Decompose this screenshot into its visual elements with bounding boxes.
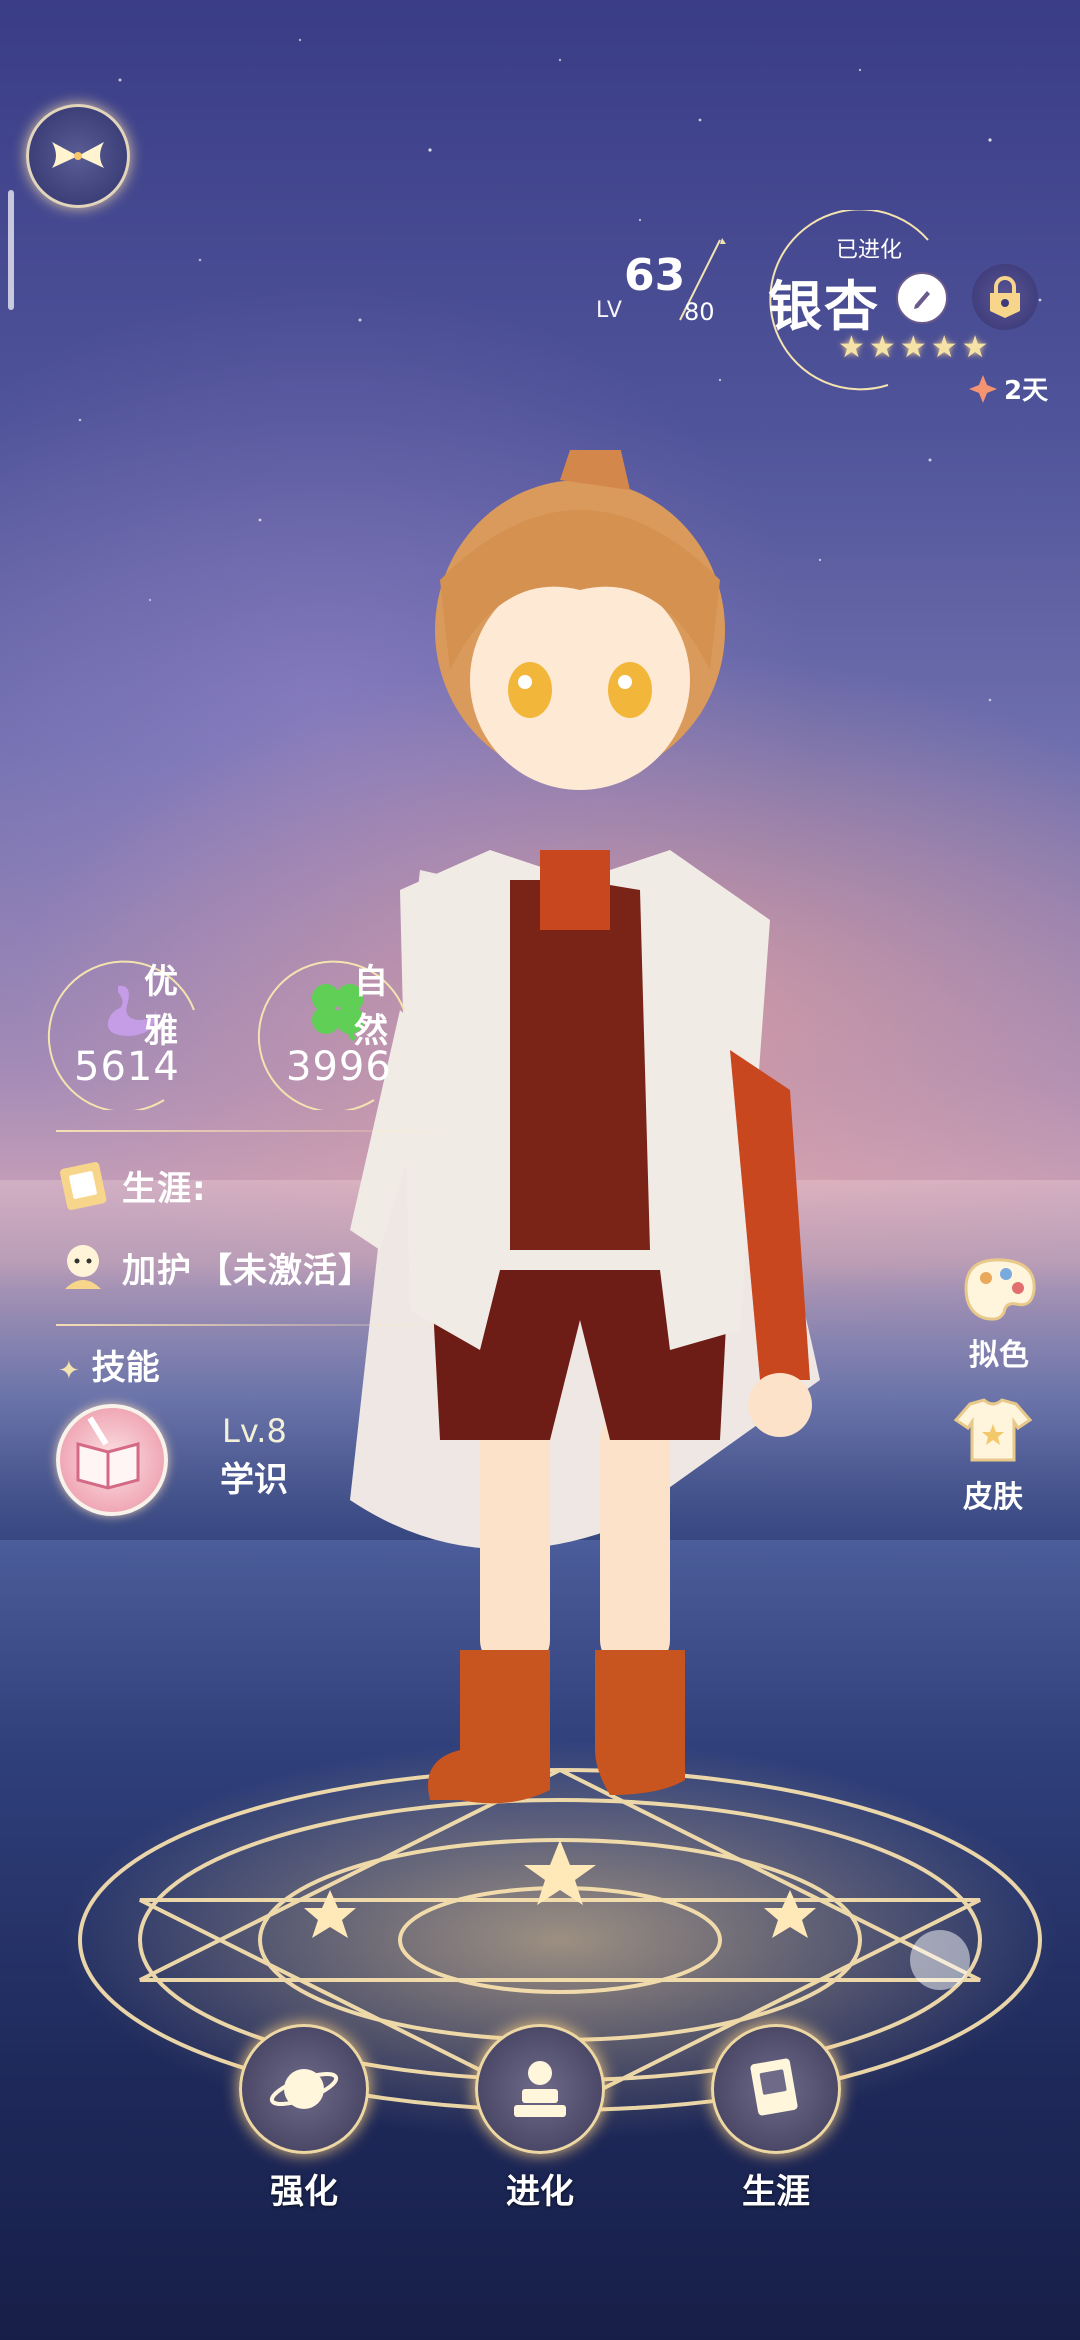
skin-button[interactable]: 皮肤 xyxy=(938,1394,1048,1516)
shirt-icon xyxy=(953,1398,1033,1462)
dye-label: 拟色 xyxy=(969,1338,1029,1373)
info-divider xyxy=(56,1324,436,1326)
diamond-icon xyxy=(969,374,997,403)
scroll-indicator[interactable] xyxy=(8,190,14,310)
palette-icon xyxy=(964,1258,1036,1321)
skill-level: Lv.8 xyxy=(222,1412,287,1450)
career-disc xyxy=(711,2024,841,2154)
blessing-label: 加护 xyxy=(122,1250,192,1291)
star-icon: ★ xyxy=(838,330,865,365)
skill-title-text: 技能 xyxy=(91,1348,160,1388)
enhance-button[interactable]: 强化 xyxy=(234,2024,374,2213)
skill-button[interactable] xyxy=(56,1404,168,1516)
skin-label: 皮肤 xyxy=(963,1480,1023,1515)
rename-button[interactable] xyxy=(896,272,948,324)
lock-icon xyxy=(990,276,1020,318)
back-button[interactable] xyxy=(26,104,130,208)
book-icon xyxy=(76,1416,140,1490)
career-label: 生涯: xyxy=(122,1168,207,1209)
star-icon: ★ xyxy=(868,330,896,365)
character-model xyxy=(350,450,820,1804)
wings-icon xyxy=(52,142,104,168)
stat-value: 5614 xyxy=(74,1044,180,1090)
career-row[interactable]: 生涯: xyxy=(54,1154,207,1216)
timer-badge: 2天 xyxy=(968,370,1048,407)
career-icon xyxy=(54,1154,116,1216)
evolve-label: 进化 xyxy=(506,2172,574,2212)
skill-name: 学识 xyxy=(220,1460,288,1500)
planet-icon xyxy=(269,2069,339,2109)
star-icon: ★ xyxy=(961,330,989,365)
stat-label: 自然 xyxy=(354,962,388,1051)
stat-nature: 自然 3996 xyxy=(254,950,414,1110)
level-max: 80 xyxy=(684,298,715,326)
blessing-icon xyxy=(54,1236,116,1298)
evolve-button[interactable]: 进化 xyxy=(470,2024,610,2213)
enhance-disc xyxy=(239,2024,369,2154)
dye-button[interactable]: 拟色 xyxy=(944,1252,1054,1374)
blessing-row[interactable]: 加护 【未激活】 xyxy=(54,1236,373,1298)
career-nav-button[interactable]: 生涯 xyxy=(706,2024,846,2213)
skill-section-title: ✦ 技能 xyxy=(58,1340,160,1389)
rarity-stars: ★ ★ ★ ★ ★ xyxy=(838,330,989,365)
timer-text: 2天 xyxy=(1004,376,1049,406)
lock-button[interactable] xyxy=(972,264,1038,330)
career-nav-label: 生涯 xyxy=(742,2172,810,2212)
stat-value: 3996 xyxy=(286,1044,392,1090)
stats-divider xyxy=(56,1130,436,1132)
star-icon: ★ xyxy=(899,330,927,365)
sparkle-icon: ✦ xyxy=(58,1356,80,1386)
stat-elegance: 优雅 5614 xyxy=(44,950,204,1110)
evolved-tag: 已进化 xyxy=(836,238,903,263)
podium-icon xyxy=(514,2061,566,2117)
level-label: LV xyxy=(596,298,623,323)
enhance-label: 强化 xyxy=(270,2172,338,2212)
level-display: 63 LV 80 xyxy=(596,238,736,330)
stat-label: 优雅 xyxy=(144,962,178,1051)
scroll-icon xyxy=(750,2058,798,2116)
pencil-icon xyxy=(914,291,930,309)
blessing-status: 【未激活】 xyxy=(198,1250,373,1291)
star-icon: ★ xyxy=(930,330,958,365)
evolve-disc xyxy=(475,2024,605,2154)
